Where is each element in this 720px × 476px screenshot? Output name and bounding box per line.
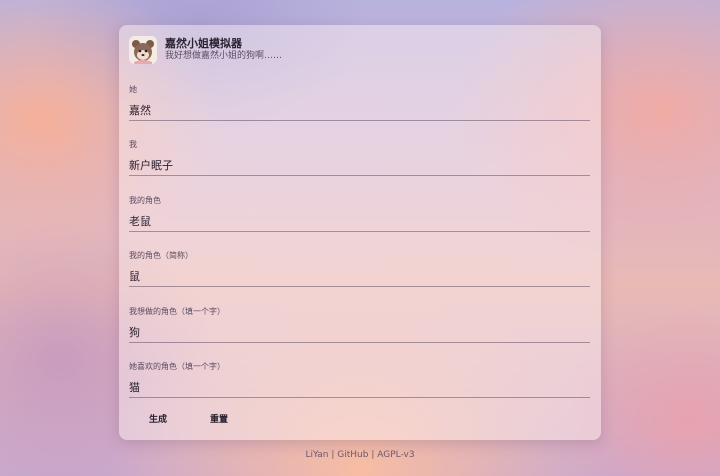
field-me: 我 <box>129 140 590 182</box>
field-label-her-favorite-role: 她喜欢的角色（填一个字） <box>129 362 225 371</box>
footer-github-link[interactable]: GitHub <box>337 450 368 460</box>
desired-role-input[interactable] <box>129 321 590 343</box>
me-input[interactable] <box>129 154 590 176</box>
her-favorite-role-input[interactable] <box>129 376 590 398</box>
footer-author-link[interactable]: LiYan <box>305 450 328 460</box>
app-subtitle: 我好想做嘉然小姐的狗啊…… <box>165 51 283 61</box>
field-label-my-role: 我的角色 <box>129 196 161 205</box>
field-desired-role: 我想做的角色（填一个字） <box>129 307 590 349</box>
field-her-favorite-role: 她喜欢的角色（填一个字） <box>129 362 590 404</box>
bear-avatar-icon <box>129 36 157 64</box>
app-title: 嘉然小姐模拟器 <box>165 37 242 50</box>
my-role-short-input[interactable] <box>129 265 590 287</box>
footer-separator: | <box>331 450 335 460</box>
field-label-me: 我 <box>129 140 137 149</box>
field-my-role: 我的角色 <box>129 196 590 238</box>
field-label-her: 她 <box>129 85 137 94</box>
footer-separator: | <box>371 450 375 460</box>
reset-button[interactable]: 重置 <box>189 407 249 429</box>
field-her: 她 <box>129 85 590 127</box>
footer-license-link[interactable]: AGPL-v3 <box>377 450 414 460</box>
my-role-input[interactable] <box>129 210 590 232</box>
her-input[interactable] <box>129 99 590 121</box>
field-label-my-role-short: 我的角色（简称） <box>129 251 193 260</box>
field-my-role-short: 我的角色（简称） <box>129 251 590 293</box>
generate-button[interactable]: 生成 <box>128 407 188 429</box>
simulator-card: 嘉然小姐模拟器 我好想做嘉然小姐的狗啊…… 她 我 我的角色 我的角色（简称） … <box>119 25 601 440</box>
field-label-desired-role: 我想做的角色（填一个字） <box>129 307 225 316</box>
footer: LiYan | GitHub | AGPL-v3 <box>0 449 720 461</box>
app-header: 嘉然小姐模拟器 我好想做嘉然小姐的狗啊…… <box>129 35 282 65</box>
